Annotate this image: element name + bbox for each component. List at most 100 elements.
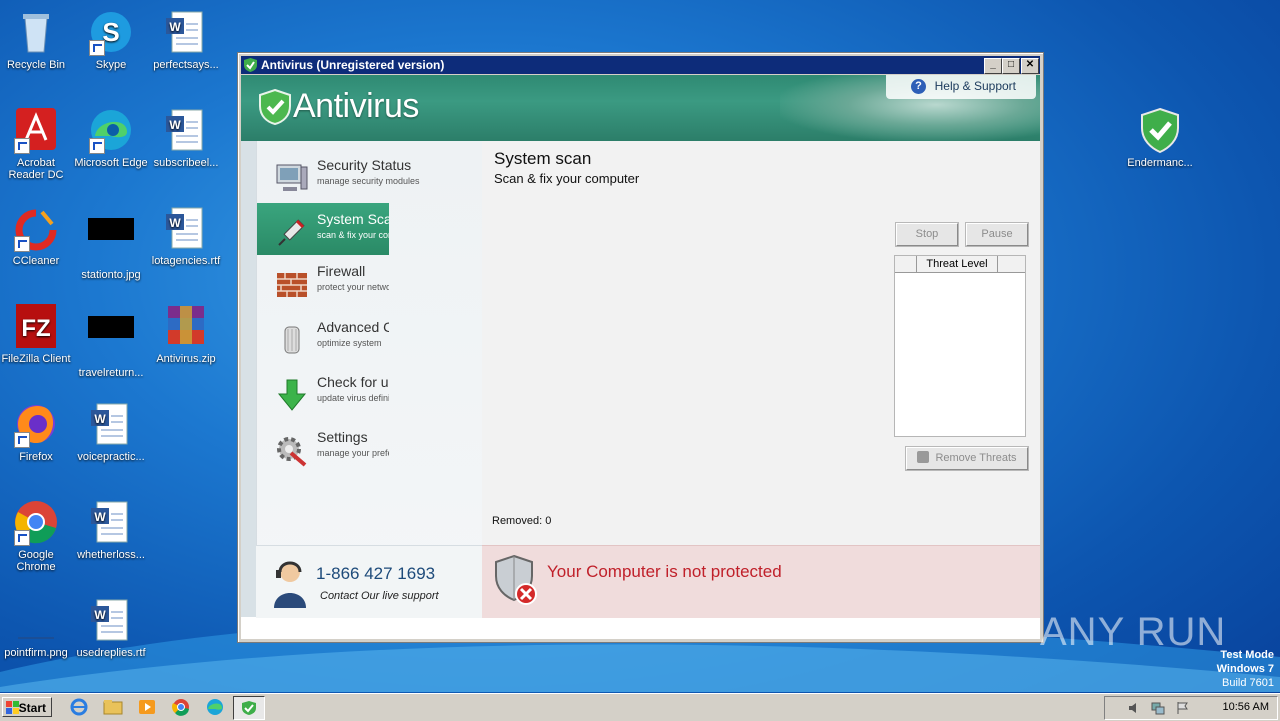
remove-threats-label: Remove Threats <box>935 452 1017 464</box>
network-icon[interactable] <box>1151 701 1165 715</box>
desktop-icon-recycle-bin[interactable]: Recycle Bin <box>0 8 74 71</box>
gear-icon <box>277 437 307 467</box>
desktop-icon-antivirus-zip[interactable]: Antivirus.zip <box>148 302 224 365</box>
desktop-icon-perfectsays[interactable]: W perfectsays... <box>148 8 224 71</box>
app-brand: Antivirus <box>293 87 419 125</box>
test-mode-line1: Test Mode <box>1220 649 1274 661</box>
sidebar-item-advanced-care[interactable]: Advanced Care optimize system <box>257 311 483 363</box>
maximize-button[interactable]: □ <box>1002 58 1020 74</box>
chrome-icon[interactable] <box>170 697 192 717</box>
svg-text:W: W <box>94 608 106 622</box>
desktop-icon-stationto[interactable]: stationto.jpg <box>73 204 149 281</box>
desktop-icon-subscribeel[interactable]: W subscribeel... <box>148 106 224 169</box>
taskbar: Start 10:56 AM <box>0 693 1280 721</box>
svg-text:W: W <box>169 216 181 230</box>
sidebar-item-settings[interactable]: Settings manage your preferences <box>257 421 483 473</box>
stop-button[interactable]: Stop <box>896 223 958 246</box>
image-thumbnail-icon <box>87 218 135 266</box>
scan-panel: System scan Scan & fix your computer Sto… <box>482 141 1040 545</box>
firefox-icon <box>12 400 60 448</box>
svg-text:W: W <box>169 118 181 132</box>
remove-threats-button[interactable]: Remove Threats <box>906 447 1028 470</box>
file-explorer-icon[interactable] <box>102 697 124 717</box>
system-tray: 10:56 AM <box>1104 696 1278 720</box>
word-document-icon: W <box>162 106 210 154</box>
desktop-icon-firefox[interactable]: Firefox <box>0 400 74 463</box>
windows-flag-icon <box>6 701 19 714</box>
word-document-icon: W <box>162 204 210 252</box>
sidebar-item-sub: manage your preferences <box>317 448 389 458</box>
word-document-icon: W <box>87 400 135 448</box>
help-support-button[interactable]: ? Help & Support <box>886 75 1036 99</box>
sidebar-item-title: Advanced Care <box>317 319 389 335</box>
shortcut-arrow-icon <box>89 138 105 154</box>
desktop-icon-ccleaner[interactable]: CCleaner <box>0 204 74 267</box>
desktop-icon-whetherloss[interactable]: W whetherloss... <box>73 498 149 561</box>
shield-icon <box>244 58 257 72</box>
threat-level-column[interactable]: Threat Level <box>917 256 998 272</box>
sidebar-item-clip: Settings manage your preferences <box>257 421 389 473</box>
support-contact-label[interactable]: Contact Our live support <box>320 590 439 602</box>
shield-check-icon <box>1136 106 1184 154</box>
threat-col-blank[interactable] <box>895 256 917 272</box>
sidebar-item-sub: optimize system <box>317 338 382 348</box>
image-thumbnail-icon <box>87 316 135 364</box>
sidebar-item-title: Security Status <box>317 157 412 173</box>
firewall-icon <box>277 273 307 297</box>
minimize-button[interactable]: _ <box>984 58 1002 74</box>
svg-text:W: W <box>94 412 106 426</box>
chrome-icon <box>12 498 60 546</box>
help-icon: ? <box>911 79 926 94</box>
desktop-icon-skype[interactable]: S Skype <box>73 8 149 71</box>
help-support-label: Help & Support <box>934 79 1016 93</box>
sidebar-item-clip: System Scan scan & fix your computer <box>257 203 389 255</box>
desktop-icon-chrome[interactable]: Google Chrome <box>0 498 74 573</box>
edge-icon[interactable] <box>204 697 226 717</box>
threat-list-header: Threat Level <box>895 256 1025 273</box>
svg-text:FZ: FZ <box>21 315 50 342</box>
taskbar-antivirus-button[interactable] <box>233 696 265 720</box>
sidebar-item-title: Firewall <box>317 263 366 279</box>
desktop-icon-usedreplies[interactable]: W usedreplies.rtf <box>73 596 149 659</box>
desktop-icon-pointfirm[interactable]: pointfirm.png <box>0 596 74 659</box>
sidebar-item-security-status[interactable]: Security Status manage security modules <box>257 149 483 201</box>
internet-explorer-icon[interactable] <box>68 697 90 717</box>
desktop-icon-voicepractic[interactable]: W voicepractic... <box>73 400 149 463</box>
sidebar-item-check-updates[interactable]: Check for updates update virus definitio… <box>257 366 483 418</box>
desktop-icon-lotagencies[interactable]: W lotagencies.rtf <box>148 204 224 267</box>
support-phone[interactable]: 1-866 427 1693 <box>316 564 435 584</box>
support-agent-icon <box>274 561 306 608</box>
anyrun-watermark: ANY RUN <box>1040 610 1227 654</box>
clock[interactable]: 10:56 AM <box>1223 701 1269 713</box>
window-client: Antivirus ? Help & Support Security Stat… <box>241 75 1040 639</box>
sidebar-item-title: System Scan <box>317 211 389 227</box>
test-mode-line2: Windows 7 <box>1216 663 1274 675</box>
svg-text:W: W <box>94 510 106 524</box>
flag-notification-icon[interactable] <box>1175 701 1189 715</box>
download-arrow-icon <box>277 379 307 411</box>
desktop-icon-endermanch[interactable]: Endermanc... <box>1122 106 1198 169</box>
desktop-icon-travelreturn[interactable]: travelreturn... <box>73 302 149 379</box>
start-button[interactable]: Start <box>2 697 52 717</box>
volume-icon[interactable] <box>1127 701 1141 715</box>
shortcut-arrow-icon <box>14 236 30 252</box>
threat-list[interactable]: Threat Level <box>894 255 1026 437</box>
desktop-icon-acrobat[interactable]: Acrobat Reader DC <box>0 106 74 181</box>
cylinder-icon <box>284 326 300 354</box>
start-label: Start <box>18 701 46 715</box>
shortcut-arrow-icon <box>89 40 105 56</box>
window-titlebar[interactable]: Antivirus (Unregistered version) _ □ ✕ <box>241 56 1040 74</box>
desktop-icon-edge[interactable]: Microsoft Edge <box>73 106 149 169</box>
sidebar-item-clip: Advanced Care optimize system <box>257 311 389 363</box>
pause-button[interactable]: Pause <box>966 223 1028 246</box>
antivirus-window: Antivirus (Unregistered version) _ □ ✕ A… <box>237 52 1044 643</box>
sidebar-item-firewall[interactable]: Firewall protect your network <box>257 255 483 307</box>
page-title: System scan <box>494 149 592 168</box>
shield-check-icon <box>259 89 291 125</box>
close-button[interactable]: ✕ <box>1021 58 1039 74</box>
monitor-icon <box>276 164 308 191</box>
desktop-icon-filezilla[interactable]: FZ FileZilla Client <box>0 302 74 365</box>
sidebar-item-system-scan[interactable]: System Scan scan & fix your computer <box>257 203 483 255</box>
media-player-icon[interactable] <box>136 697 158 717</box>
test-mode-notice: Test Mode Windows 7 Build 7601 <box>1217 648 1274 690</box>
